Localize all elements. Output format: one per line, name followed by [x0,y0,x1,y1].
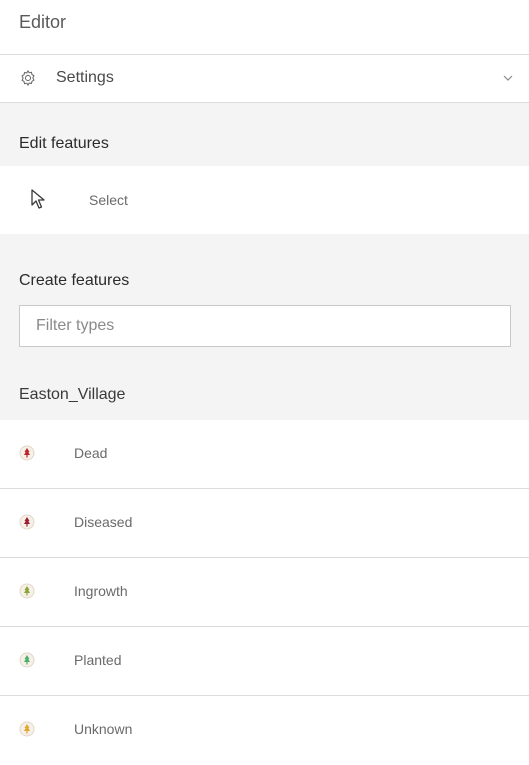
feature-type-item[interactable]: Unknown [0,696,529,765]
feature-type-item[interactable]: Diseased [0,489,529,558]
edit-features-heading: Edit features [19,135,109,152]
filter-types-input[interactable] [19,305,511,347]
chevron-down-icon[interactable] [502,72,514,84]
feature-type-item[interactable]: Dead [0,420,529,489]
select-tool-label: Select [89,192,128,208]
feature-type-list: Dead Diseased Ingrowth Planted Unknown [0,420,529,765]
tree-symbol-icon [19,652,35,668]
gear-icon [21,69,35,87]
edit-features-header: Edit features [0,103,529,166]
tree-symbol-icon [19,514,35,530]
feature-type-label: Ingrowth [74,583,128,599]
create-features-heading: Create features [19,272,130,289]
editor-panel: Editor Settings Edit features Select Cre… [0,0,529,765]
feature-type-item[interactable]: Ingrowth [0,558,529,627]
cursor-arrow-icon [31,189,45,209]
select-tool-button[interactable]: Select [0,166,529,234]
feature-type-label: Diseased [74,514,133,530]
tree-symbol-icon [19,721,35,737]
settings-expander[interactable]: Settings [0,55,529,102]
tree-symbol-icon [19,583,35,599]
feature-type-label: Dead [74,445,108,461]
feature-type-label: Planted [74,652,122,668]
feature-type-label: Unknown [74,721,133,737]
panel-title: Editor [19,12,67,32]
tree-symbol-icon [19,445,35,461]
settings-label: Settings [56,69,114,86]
feature-type-item[interactable]: Planted [0,627,529,696]
layer-name: Easton_Village [19,386,126,403]
